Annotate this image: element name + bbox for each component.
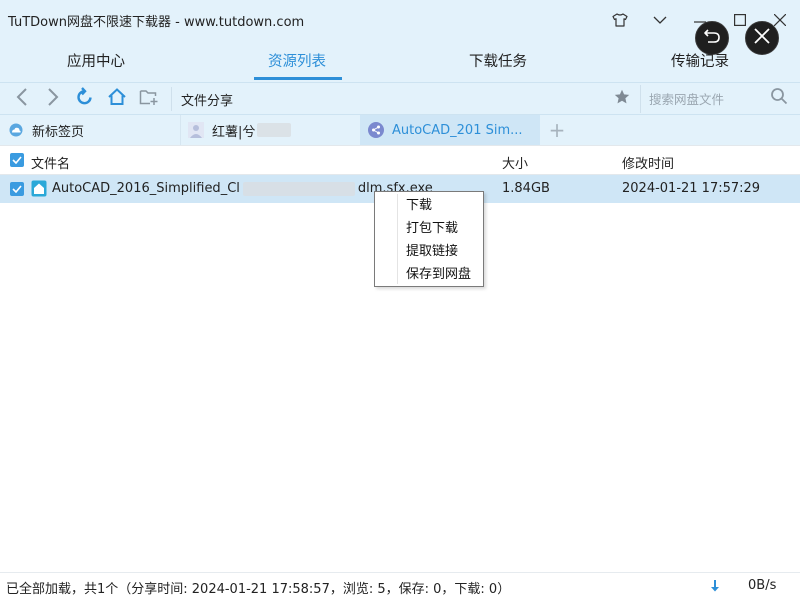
toolbar-separator (171, 87, 172, 111)
title-bar: TuTDown网盘不限速下载器 - www.tutdown.com (0, 0, 800, 40)
download-arrow-icon (709, 577, 721, 595)
menu-item-download[interactable]: 下载 (375, 194, 483, 217)
page-tab-new[interactable]: 新标签页 (0, 115, 180, 145)
favorite-button[interactable] (610, 87, 634, 111)
page-tab-label: AutoCAD_201 Sim... (392, 122, 523, 138)
active-tab-indicator (254, 77, 342, 80)
page-tab-share[interactable]: AutoCAD_201 Sim... (360, 115, 540, 145)
exe-file-icon (31, 180, 47, 201)
tab-app-center[interactable]: 应用中心 (67, 50, 125, 71)
menu-dropdown-button[interactable] (649, 9, 671, 31)
file-table-header: 文件名 大小 修改时间 (0, 145, 800, 175)
toolbar: 文件分享 (0, 82, 800, 114)
tab-transfer-records[interactable]: 传输记录 (671, 50, 729, 71)
folder-add-icon (139, 88, 159, 110)
skin-button[interactable] (609, 9, 631, 31)
cloud-icon (8, 123, 24, 137)
search-input[interactable] (649, 89, 767, 109)
page-tab-label: 红薯|兮 (212, 124, 256, 140)
page-tabs: 新标签页 红薯|兮 AutoCAD_201 Sim... + (0, 114, 800, 145)
new-folder-button[interactable] (137, 87, 161, 111)
download-speed: 0B/s (748, 578, 777, 593)
page-tab-label: 新标签页 (32, 124, 85, 140)
menu-item-save-to-drive[interactable]: 保存到网盘 (375, 263, 483, 286)
status-bar: 已全部加载，共1个（分享时间: 2024-01-21 17:58:57，浏览: … (0, 572, 800, 600)
close-icon (774, 14, 786, 26)
file-modified: 2024-01-21 17:57:29 (622, 181, 761, 196)
chevron-right-icon (47, 88, 59, 110)
home-button[interactable] (105, 87, 129, 111)
redacted-text (242, 181, 355, 196)
share-icon (368, 122, 384, 138)
back-button[interactable] (10, 87, 34, 111)
select-all-checkbox[interactable] (10, 153, 24, 167)
row-checkbox[interactable] (10, 182, 24, 196)
tab-resource-list[interactable]: 资源列表 (268, 50, 326, 71)
refresh-icon (75, 87, 95, 111)
search-button[interactable] (767, 86, 791, 110)
context-menu: 下载 打包下载 提取链接 保存到网盘 (374, 191, 484, 287)
home-icon (107, 87, 127, 111)
check-icon (12, 153, 22, 168)
file-size: 1.84GB (502, 181, 550, 196)
avatar (188, 122, 204, 138)
current-path: 文件分享 (181, 94, 234, 109)
search-box (640, 85, 800, 113)
file-name-start: AutoCAD_2016_Simplified_Cl (52, 181, 240, 196)
redacted-text (257, 123, 292, 137)
column-header-modified[interactable]: 修改时间 (622, 153, 674, 172)
refresh-button[interactable] (73, 87, 97, 111)
column-header-size[interactable]: 大小 (502, 153, 528, 172)
window-title: TuTDown网盘不限速下载器 - www.tutdown.com (8, 15, 305, 30)
page-tab-user[interactable]: 红薯|兮 (180, 115, 360, 145)
menu-item-pack-download[interactable]: 打包下载 (375, 217, 483, 240)
tshirt-icon (612, 13, 628, 27)
search-icon (770, 87, 788, 109)
check-icon (12, 182, 22, 197)
forward-button[interactable] (41, 87, 65, 111)
chevron-down-icon (653, 16, 667, 25)
status-text: 已全部加载，共1个（分享时间: 2024-01-21 17:58:57，浏览: … (6, 582, 511, 597)
chevron-left-icon (16, 88, 28, 110)
plus-icon: + (548, 118, 566, 142)
tab-download-tasks[interactable]: 下载任务 (469, 50, 527, 71)
menu-item-extract-link[interactable]: 提取链接 (375, 240, 483, 263)
star-icon (614, 89, 630, 109)
column-header-name[interactable]: 文件名 (31, 153, 70, 172)
add-tab-button[interactable]: + (546, 118, 568, 142)
maximize-icon (734, 14, 746, 26)
main-tabs: 应用中心 资源列表 下载任务 传输记录 (0, 42, 800, 80)
